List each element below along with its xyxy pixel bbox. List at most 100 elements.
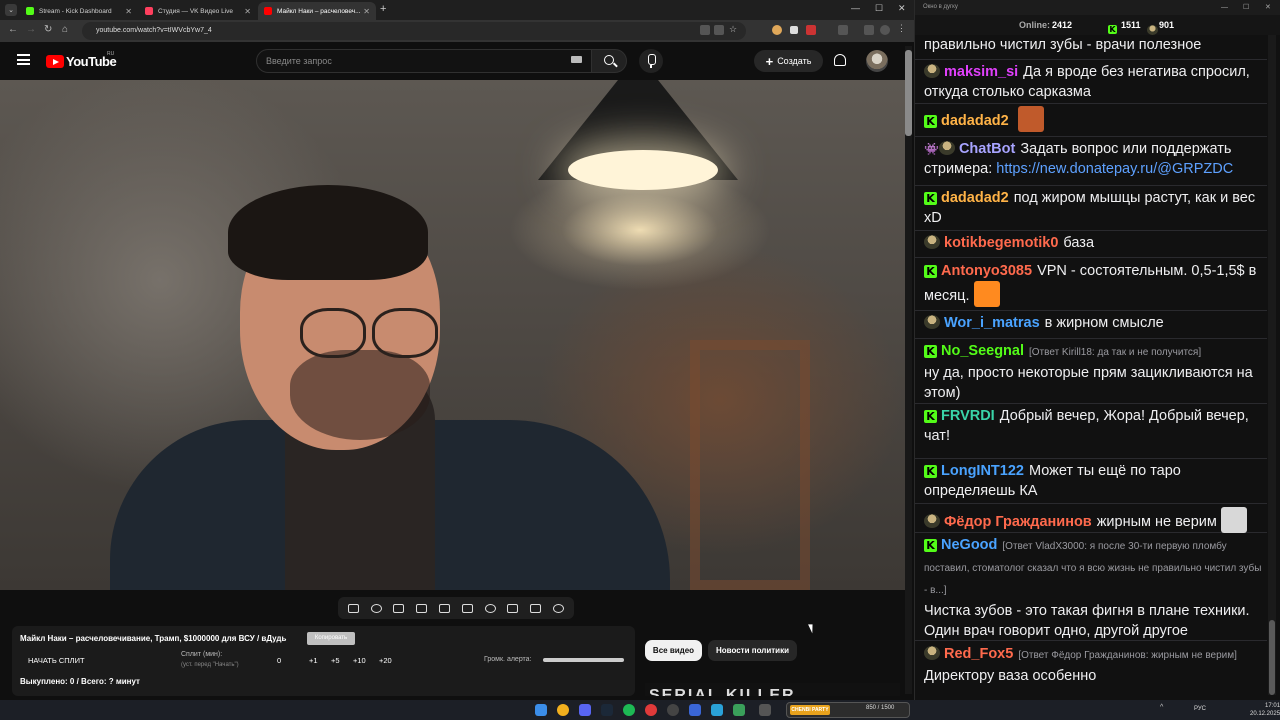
audio-icon[interactable] [370,603,382,613]
install-app-icon[interactable] [700,25,710,35]
avatar[interactable] [866,50,888,72]
copy-button[interactable]: Копировать [307,632,355,645]
chat-username[interactable]: kotikbegemotik0 [944,235,1058,251]
mouse-cursor-icon [808,622,816,634]
chat-username[interactable]: LongINT122 [941,463,1024,479]
new-tab-button[interactable]: + [380,3,386,15]
extension-icon[interactable] [790,26,798,34]
windows-start-icon[interactable] [535,704,547,716]
cinema-icon[interactable] [461,603,473,613]
browser-window: ⌄ Stream - Kick Dashboard ✕ Студия — VK … [0,0,914,700]
settings-gear-icon[interactable] [553,603,565,613]
close-window-icon[interactable]: ✕ [1265,0,1271,15]
chat-username[interactable]: No_Seegnal [941,343,1024,359]
screenshot-icon[interactable] [530,603,542,613]
tab-search-button[interactable]: ⌄ [5,4,17,16]
split-plus-1-button[interactable]: +1 [309,656,318,665]
address-bar[interactable]: youtube.com/watch?v=tIWVcbYw7_4 [82,22,746,40]
close-tab-icon[interactable]: ✕ [125,7,132,16]
minimize-icon[interactable]: — [1221,0,1228,15]
split-plus-20-button[interactable]: +20 [379,656,392,665]
online-count: 2412 [1052,20,1073,30]
view-icon[interactable] [393,603,405,613]
telegram-icon[interactable] [711,704,723,716]
app-icon[interactable] [759,704,771,716]
back-icon[interactable]: ← [8,24,18,35]
reload-icon[interactable]: ↻ [44,24,52,35]
clock[interactable]: 17:01 20.12.2025 [1250,702,1280,718]
maximize-icon[interactable]: ☐ [1243,0,1249,15]
forward-icon[interactable]: → [26,24,36,35]
pip-icon[interactable] [439,603,451,613]
youtube-logo-icon[interactable] [46,55,64,68]
extension-badge-icon[interactable] [806,25,816,35]
notifications-bell-icon[interactable] [834,54,846,66]
discord-icon[interactable] [579,704,591,716]
chat-scrollbar-thumb[interactable] [1269,620,1275,695]
close-window-icon[interactable]: ✕ [898,3,906,14]
tab-vk-studio[interactable]: Студия — VK Видео Live ✕ [139,2,257,20]
chrome-icon[interactable] [557,704,569,716]
chat-username[interactable]: dadadad2 [941,113,1009,129]
speed-icon[interactable] [484,603,496,613]
video-player[interactable] [0,80,905,590]
spotify-icon[interactable] [623,704,635,716]
tab-kick-dashboard[interactable]: Stream - Kick Dashboard ✕ [20,2,138,20]
alert-volume-slider[interactable] [543,658,624,662]
keyboard-icon[interactable] [571,56,582,63]
split-plus-10-button[interactable]: +10 [353,656,366,665]
cast-icon[interactable] [714,25,724,35]
chat-message-text: жирным не верим [1096,514,1217,530]
chat-scrollbar[interactable] [1268,35,1276,695]
chip-politics-news[interactable]: Новости политики [708,640,797,661]
steam-icon[interactable] [601,704,613,716]
url-text: youtube.com/watch?v=tIWVcbYw7_4 [96,27,212,34]
extension-icon[interactable] [772,25,782,35]
page-scrollbar-thumb[interactable] [905,50,912,136]
create-button[interactable]: + Создать [754,50,823,72]
page-scrollbar[interactable] [905,46,912,694]
chat-username[interactable]: Фёдор Гражданинов [944,514,1092,530]
close-tab-icon[interactable]: ✕ [363,7,370,16]
hamburger-menu-icon[interactable] [17,54,30,65]
search-button[interactable] [591,49,627,73]
loop-icon[interactable] [347,603,359,613]
recommended-thumbnail[interactable]: SERIAL KILLER [645,683,900,696]
chat-username[interactable]: maksim_si [944,64,1018,80]
chat-username[interactable]: Antonyo3085 [941,263,1032,279]
chat-message: Фёдор Гражданинов жирным не верим [924,507,1266,533]
voice-search-icon[interactable] [639,49,663,73]
chat-username[interactable]: NeGood [941,537,997,553]
chat-message: maksim_si Да я вроде без негатива спросил… [924,62,1266,102]
chat-username[interactable]: FRVRDI [941,408,995,424]
clip-icon[interactable] [416,603,428,613]
chat-link[interactable]: https://new.donatepay.ru/@GRPZDC [996,161,1233,177]
bookmark-star-icon[interactable]: ☆ [729,24,739,34]
close-tab-icon[interactable]: ✕ [244,7,251,16]
app-icon[interactable] [645,704,657,716]
maximize-icon[interactable]: ☐ [875,3,883,14]
downloads-icon[interactable] [838,25,848,35]
profile-icon[interactable] [880,25,890,35]
chat-username[interactable]: ChatBot [959,141,1015,157]
chat-reply-reference: [Ответ Kirill18: да так и не получится] [1029,347,1202,358]
language-indicator[interactable]: РУС [1194,706,1206,712]
media-player-icon[interactable] [689,704,701,716]
search-input[interactable]: Введите запрос [256,49,592,73]
start-split-button[interactable]: НАЧАТЬ СПЛИТ [28,656,85,665]
chat-username[interactable]: dadadad2 [941,190,1009,206]
menu-dots-icon[interactable]: ⋮ [897,23,907,33]
chip-all-videos[interactable]: Все видео [645,640,702,661]
minimize-icon[interactable]: — [851,3,860,13]
add-icon[interactable] [507,603,519,613]
tab-youtube-video[interactable]: Майкл Наки – расчеловеч... ✕ [258,2,376,20]
obs-icon[interactable] [667,704,679,716]
sidebar-icon[interactable] [864,25,874,35]
chat-username[interactable]: Wor_i_matras [944,315,1040,331]
split-plus-5-button[interactable]: +5 [331,656,340,665]
home-icon[interactable]: ⌂ [62,24,68,35]
chat-username[interactable]: Red_Fox5 [944,646,1013,662]
tray-chevron-icon[interactable]: ^ [1160,704,1172,716]
app-icon[interactable] [733,704,745,716]
youtube-header: YouTube RU Введите запрос + Создать [0,42,914,80]
